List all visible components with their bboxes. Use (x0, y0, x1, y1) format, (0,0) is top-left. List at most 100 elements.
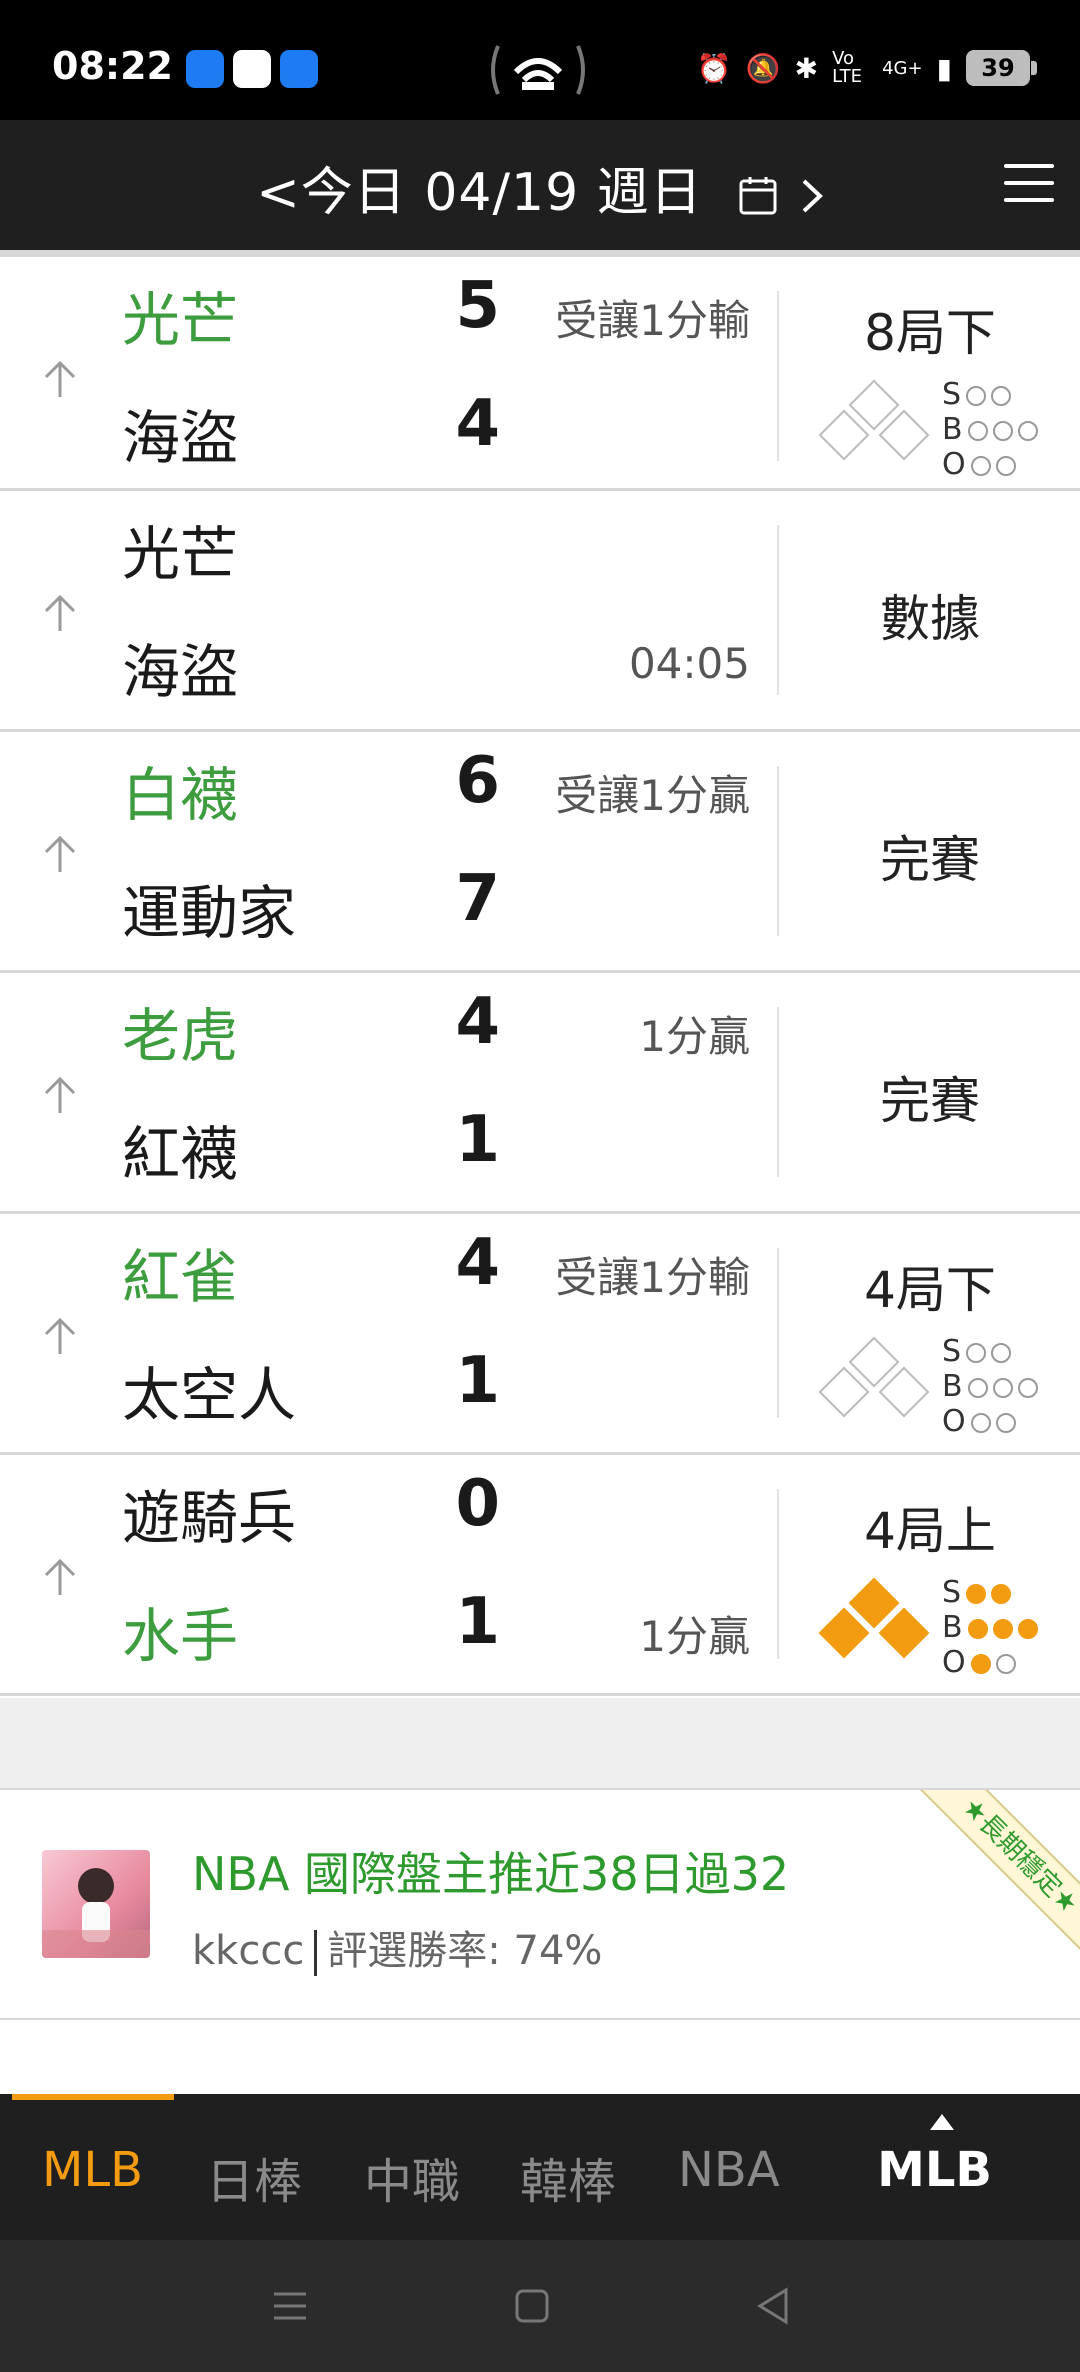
league-tab-bar: MLB 日棒 中職 韓棒 NBA MLB (0, 2094, 1080, 2240)
third-base (818, 409, 870, 461)
game-row[interactable]: 白襪 運動家 6 7 受讓1分贏 完賽 (0, 732, 1080, 973)
home-icon[interactable] (508, 2282, 556, 2330)
alarm-icon: ⏰ (696, 51, 732, 85)
odds-result-top: 受讓1分輸 (555, 296, 750, 345)
count-dot (1017, 1377, 1038, 1398)
bases-diamond (814, 1334, 934, 1424)
count-dot (992, 1377, 1013, 1398)
balls-row: B (942, 1610, 1038, 1645)
expand-arrow-icon[interactable] (38, 832, 82, 876)
first-base (878, 409, 930, 461)
game-status-cell[interactable]: 8局下 S B O (780, 257, 1080, 488)
expand-arrow-icon[interactable] (38, 1555, 82, 1599)
second-base (848, 1336, 900, 1388)
strikes-row: S (942, 1575, 1038, 1610)
second-base (848, 1577, 900, 1629)
sbo-count: SBO (942, 1334, 1038, 1439)
third-base (818, 1607, 870, 1659)
expand-arrow-icon[interactable] (38, 1314, 82, 1358)
away-score: 6 (455, 744, 500, 818)
game-status[interactable]: 完賽 (780, 820, 1080, 892)
tab-0[interactable]: MLB (42, 2142, 143, 2198)
promo-ribbon: ★長期穩定★ (916, 1790, 1080, 1960)
game-row[interactable]: 紅雀 太空人 4 1 受讓1分輸 4局下 S B O (0, 1214, 1080, 1455)
odds-result-bottom: 04:05 (628, 639, 750, 688)
tab-1[interactable]: 日棒 (206, 2142, 302, 2212)
promo-rate: 評選勝率: 74% (327, 1928, 603, 1974)
date-navigator[interactable]: <今日 04/19 週日 (0, 150, 1080, 225)
balls-row: B (942, 1369, 1038, 1404)
bluetooth-icon: ✱ (794, 51, 819, 85)
game-status-cell[interactable]: 4局上 S B O (780, 1455, 1080, 1693)
wifi-app-icon (186, 50, 224, 88)
outs-row: O (942, 1404, 1038, 1439)
strikes-row: S (942, 377, 1038, 412)
first-base (878, 1607, 930, 1659)
home-team-name: 海盜 (122, 638, 239, 706)
game-status-cell[interactable]: 完賽 (780, 732, 1080, 970)
status-indicators: ⏰ 🔕 ✱ Vo LTE 4G+ ▮ 39 (696, 46, 1037, 90)
game-row[interactable]: 光芒 海盜 5 4 受讓1分輸 8局下 S B O (0, 250, 1080, 491)
count-dot (992, 1618, 1013, 1639)
tab-2[interactable]: 中職 (364, 2142, 460, 2212)
sbo-count: SBO (942, 1575, 1038, 1680)
outs-row: O (942, 447, 1038, 482)
game-status-cell[interactable]: 數據 (780, 491, 1080, 729)
game-status[interactable]: 完賽 (780, 1061, 1080, 1133)
expand-arrow-icon[interactable] (38, 357, 82, 401)
tab-4[interactable]: NBA (678, 2142, 780, 2198)
away-score: 0 (455, 1467, 500, 1541)
hamburger-menu-icon[interactable] (1004, 164, 1054, 206)
tab-3[interactable]: 韓棒 (520, 2142, 616, 2212)
away-team-name: 遊騎兵 (122, 1484, 297, 1552)
column-divider (777, 1489, 779, 1659)
signal-icon: ▮ (936, 51, 952, 85)
count-dot (1017, 1618, 1038, 1639)
wifi-app-icon-2 (280, 50, 318, 88)
count-dot (966, 1583, 987, 1604)
promo-card[interactable]: NBA 國際盤主推近38日過32 kkccc 評選勝率: 74% ★長期穩定★ (0, 1790, 1080, 2020)
game-row[interactable]: 老虎 紅襪 4 1 1分贏 完賽 (0, 973, 1080, 1214)
odds-result-top: 1分贏 (639, 1012, 750, 1061)
odds-result-bottom: 1分贏 (639, 1612, 750, 1661)
home-team-name: 海盜 (122, 404, 239, 472)
status-bar: 08:22 ⏰ 🔕 ✱ Vo LTE 4G+ ▮ 39 (0, 0, 1080, 120)
game-status[interactable]: 數據 (780, 579, 1080, 651)
home-score: 7 (455, 862, 500, 936)
game-status-cell[interactable]: 4局下 S B O (780, 1214, 1080, 1452)
promo-user: kkccc (192, 1928, 305, 1974)
second-base (848, 379, 900, 431)
back-icon[interactable] (750, 2282, 798, 2330)
expand-arrow-icon[interactable] (38, 591, 82, 635)
away-team-name: 老虎 (122, 1002, 239, 1070)
game-status: 4局上 (864, 1502, 996, 1560)
system-nav-bar (0, 2240, 1080, 2372)
count-dot (1017, 420, 1038, 441)
away-score: 5 (455, 269, 500, 343)
game-row[interactable]: 光芒 海盜 04:05 數據 (0, 491, 1080, 732)
tab-indicator (12, 2094, 174, 2100)
mute-icon: 🔕 (745, 51, 781, 85)
game-app-icon (233, 50, 271, 88)
game-status-cell[interactable]: 完賽 (780, 973, 1080, 1211)
column-divider (777, 1007, 779, 1177)
current-league-button[interactable]: MLB (877, 2142, 992, 2198)
column-divider (777, 291, 779, 461)
away-team-name: 紅雀 (122, 1243, 239, 1311)
strikes-row: S (942, 1334, 1038, 1369)
up-arrow-icon[interactable] (930, 2114, 954, 2130)
section-gap (0, 1698, 1080, 1790)
home-team-name: 太空人 (122, 1361, 297, 1429)
calendar-icon[interactable] (738, 175, 778, 217)
recent-apps-icon[interactable] (266, 2282, 314, 2330)
count-dot (970, 1653, 991, 1674)
date-title-text[interactable]: <今日 04/19 週日 (256, 163, 703, 223)
expand-arrow-icon[interactable] (38, 1073, 82, 1117)
count-dot (991, 1583, 1012, 1604)
away-score: 4 (455, 1226, 500, 1300)
sbo-count: SBO (942, 377, 1038, 482)
game-row[interactable]: 遊騎兵 水手 0 1 1分贏 4局上 S B O (0, 1455, 1080, 1696)
separator (314, 1930, 318, 1976)
promo-title[interactable]: NBA 國際盤主推近38日過32 (192, 1838, 789, 1904)
chevron-right-icon[interactable] (800, 175, 824, 217)
